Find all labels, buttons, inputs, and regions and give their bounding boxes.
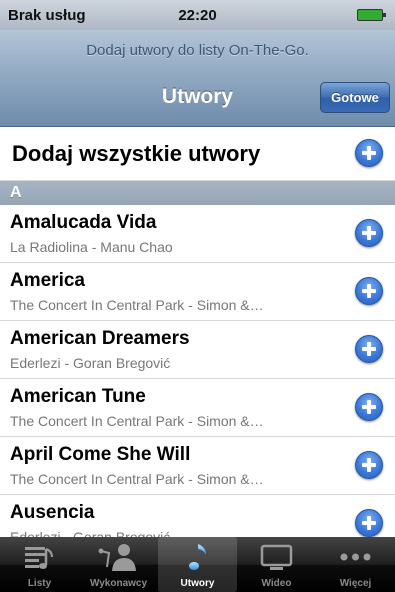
song-title: Amalucada Vida — [10, 212, 157, 233]
list-item[interactable]: Ausencia Ederlezi - Goran Bregović — [0, 495, 395, 537]
tab-label: Utwory — [180, 578, 215, 589]
list-item[interactable]: April Come She Will The Concert In Centr… — [0, 437, 395, 495]
song-subtitle: Ederlezi - Goran Bregović — [10, 355, 171, 371]
nav-prompt: Dodaj utwory do listy On-The-Go. — [86, 42, 309, 59]
songs-list[interactable]: Amalucada Vida La Radiolina - Manu Chao … — [0, 205, 395, 537]
playlist-icon — [25, 547, 53, 569]
done-button[interactable]: Gotowe — [320, 82, 390, 113]
add-icon[interactable] — [355, 509, 383, 537]
artists-icon — [98, 544, 136, 571]
add-all-songs-label: Dodaj wszystkie utwory — [12, 141, 261, 166]
tab-label: Więcej — [339, 578, 372, 589]
clock: 22:20 — [178, 7, 217, 24]
list-item[interactable]: American Dreamers Ederlezi - Goran Brego… — [0, 321, 395, 379]
tab-bar: Listy Wykonawcy Utwory Wideo Więcej — [0, 537, 395, 592]
song-title: America — [10, 270, 85, 291]
song-title: American Tune — [10, 386, 146, 407]
song-subtitle: La Radiolina - Manu Chao — [10, 239, 173, 255]
song-title: April Come She Will — [10, 444, 191, 465]
tab-artists[interactable]: Wykonawcy — [79, 537, 158, 592]
song-subtitle: Ederlezi - Goran Bregović — [10, 529, 171, 537]
tab-playlists[interactable]: Listy — [0, 537, 79, 592]
tab-video[interactable]: Wideo — [237, 537, 316, 592]
status-bar: Brak usług 22:20 — [0, 0, 395, 30]
navigation-bar: Dodaj utwory do listy On-The-Go. Utwory … — [0, 30, 395, 127]
tab-more[interactable]: Więcej — [316, 537, 395, 592]
list-item[interactable]: America The Concert In Central Park - Si… — [0, 263, 395, 321]
tab-label: Wideo — [261, 578, 292, 589]
add-icon[interactable] — [355, 219, 383, 247]
add-icon[interactable] — [355, 451, 383, 479]
add-all-songs-row[interactable]: Dodaj wszystkie utwory — [0, 127, 395, 181]
music-note-icon — [189, 544, 206, 570]
song-subtitle: The Concert In Central Park - Simon &… — [10, 471, 264, 487]
video-icon — [260, 544, 293, 570]
add-icon[interactable] — [355, 335, 383, 363]
section-header: A — [0, 181, 395, 205]
add-icon[interactable] — [355, 139, 383, 167]
tab-label: Wykonawcy — [89, 578, 148, 589]
list-item[interactable]: American Tune The Concert In Central Par… — [0, 379, 395, 437]
battery-icon — [357, 9, 386, 21]
add-icon[interactable] — [355, 393, 383, 421]
song-title: Ausencia — [10, 502, 95, 523]
tab-label: Listy — [27, 578, 52, 589]
song-subtitle: The Concert In Central Park - Simon &… — [10, 297, 264, 313]
song-title: American Dreamers — [10, 328, 190, 349]
more-icon — [340, 553, 371, 561]
song-subtitle: The Concert In Central Park - Simon &… — [10, 413, 264, 429]
list-item[interactable]: Amalucada Vida La Radiolina - Manu Chao — [0, 205, 395, 263]
tab-songs[interactable]: Utwory — [158, 537, 237, 592]
add-icon[interactable] — [355, 277, 383, 305]
